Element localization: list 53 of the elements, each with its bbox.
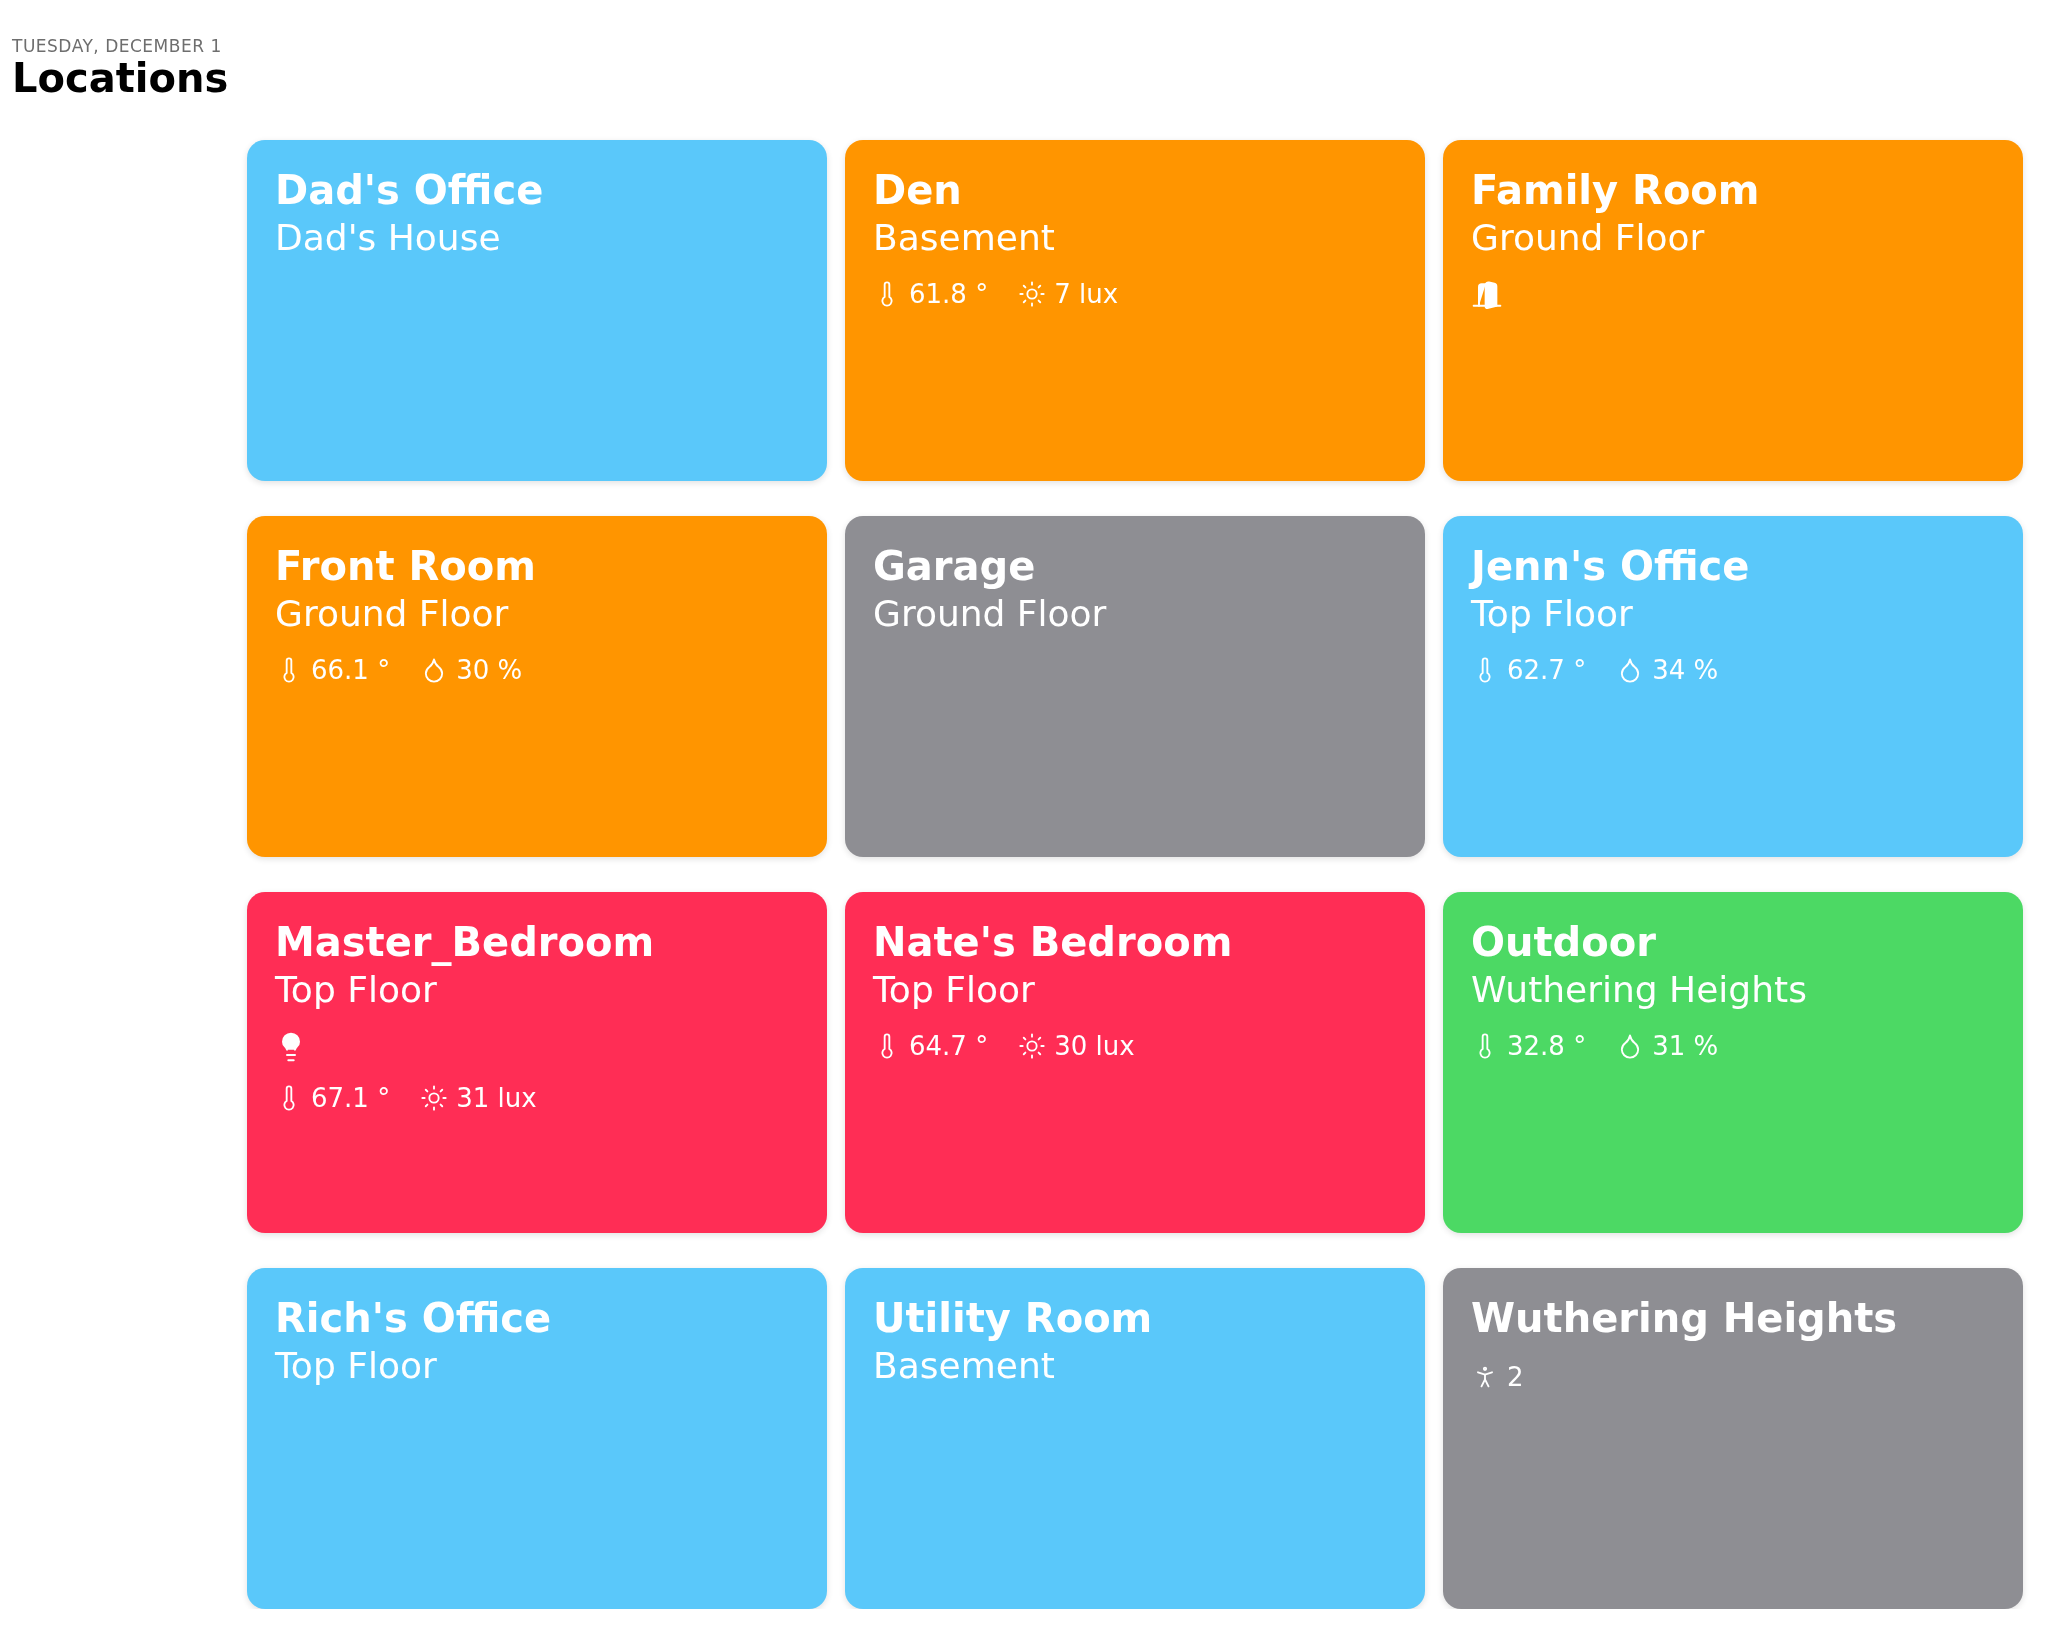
- location-floor: Top Floor: [873, 968, 1036, 1012]
- location-card[interactable]: Master_Bedroom Top Floor 67.1 ° 31 lux: [247, 892, 827, 1233]
- sun-icon: [420, 1084, 449, 1113]
- location-card[interactable]: Front Room Ground Floor 66.1 ° 30 %: [247, 516, 827, 857]
- location-card[interactable]: Garage Ground Floor: [845, 516, 1425, 857]
- sensor-reading: 31 lux: [456, 1083, 537, 1114]
- location-name: Den: [873, 166, 963, 214]
- location-card[interactable]: Nate's Bedroom Top Floor 64.7 ° 30 lux: [845, 892, 1425, 1233]
- location-floor: Ground Floor: [873, 592, 1108, 636]
- location-name: Utility Room: [873, 1294, 1154, 1342]
- location-floor: Top Floor: [1471, 592, 1634, 636]
- location-card[interactable]: Den Basement 61.8 ° 7 lux: [845, 140, 1425, 481]
- sensor-reading: 30 lux: [1054, 1031, 1135, 1062]
- sensor-reading: 2: [1507, 1362, 1524, 1392]
- location-name: Outdoor: [1471, 918, 1657, 966]
- location-card[interactable]: Jenn's Office Top Floor 62.7 ° 34 %: [1443, 516, 2023, 857]
- page-title: Locations: [12, 56, 230, 100]
- location-floor: Ground Floor: [275, 592, 510, 636]
- sensor-reading: 66.1 °: [311, 655, 391, 686]
- location-floor: Ground Floor: [1471, 216, 1706, 260]
- location-name: Family Room: [1471, 166, 1761, 214]
- location-floor: Basement: [873, 1344, 1056, 1388]
- sun-icon: [1018, 1032, 1047, 1061]
- sensor-reading: 31 %: [1652, 1031, 1719, 1062]
- date-label: TUESDAY, DECEMBER 1: [12, 36, 223, 56]
- sensor-reading: 34 %: [1652, 655, 1719, 686]
- location-name: Wuthering Heights: [1471, 1294, 1899, 1342]
- location-name: Dad's Office: [275, 166, 545, 214]
- sensor-reading: 30 %: [456, 655, 523, 686]
- location-floor: Basement: [873, 216, 1056, 260]
- location-card[interactable]: Outdoor Wuthering Heights 32.8 ° 31 %: [1443, 892, 2023, 1233]
- sensor-reading: 32.8 °: [1507, 1031, 1587, 1062]
- sensor-reading: 62.7 °: [1507, 655, 1587, 686]
- location-card[interactable]: Family Room Ground Floor: [1443, 140, 2023, 481]
- location-card[interactable]: Dad's Office Dad's House: [247, 140, 827, 481]
- sensor-reading: 64.7 °: [909, 1031, 989, 1062]
- location-name: Front Room: [275, 542, 537, 590]
- door-icon: [1471, 279, 1503, 312]
- location-card[interactable]: Rich's Office Top Floor: [247, 1268, 827, 1609]
- location-name: Garage: [873, 542, 1037, 590]
- location-floor: Top Floor: [275, 1344, 438, 1388]
- location-floor: Top Floor: [275, 968, 438, 1012]
- sensor-reading: 61.8 °: [909, 279, 989, 310]
- sensor-reading: 67.1 °: [311, 1083, 391, 1114]
- location-name: Nate's Bedroom: [873, 918, 1234, 966]
- location-name: Rich's Office: [275, 1294, 553, 1342]
- location-card[interactable]: Wuthering Heights 2: [1443, 1268, 2023, 1609]
- location-floor: Wuthering Heights: [1471, 968, 1808, 1012]
- sun-icon: [1018, 280, 1047, 309]
- sensor-reading: 7 lux: [1054, 279, 1119, 310]
- location-floor: Dad's House: [275, 216, 502, 260]
- location-card[interactable]: Utility Room Basement: [845, 1268, 1425, 1609]
- location-name: Master_Bedroom: [275, 918, 656, 966]
